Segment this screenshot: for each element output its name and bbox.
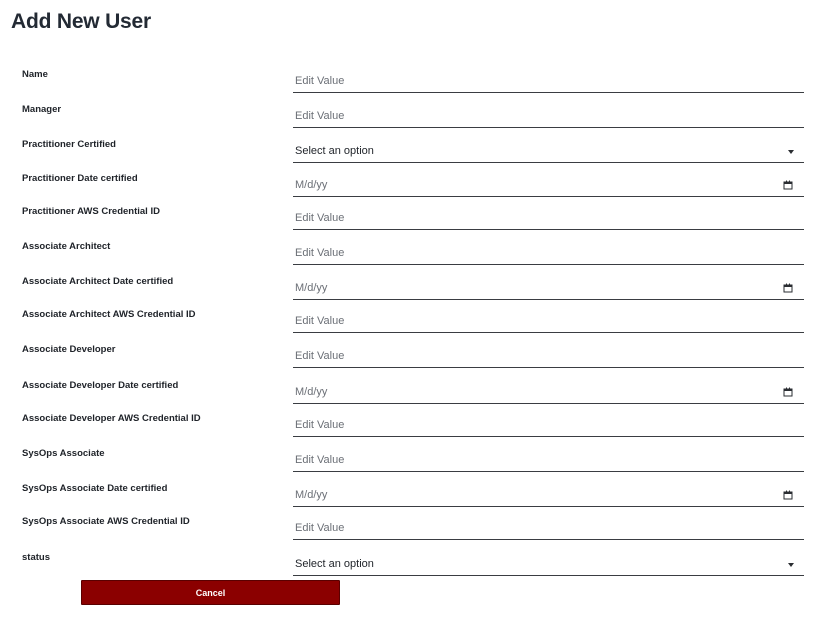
form-row-sysops-associate-credential: SysOps Associate AWS Credential ID Edit … <box>0 516 827 550</box>
field-label: Name <box>22 69 48 80</box>
field-label: Associate Architect Date certified <box>22 276 174 287</box>
input-placeholder: Edit Value <box>295 212 345 224</box>
form-row-manager: Manager Edit Value <box>0 104 827 138</box>
caret-down-icon <box>788 150 794 154</box>
form-row-sysops-associate: SysOps Associate Edit Value <box>0 448 827 482</box>
calendar-icon[interactable] <box>783 387 793 397</box>
manager-input[interactable]: Edit Value <box>293 104 804 128</box>
select-value: Select an option <box>295 145 374 157</box>
input-placeholder: M/d/yy <box>295 282 328 294</box>
field-label: Manager <box>22 104 62 115</box>
practitioner-date-input[interactable]: M/d/yy <box>293 173 804 197</box>
form-row-sysops-associate-date: SysOps Associate Date certified M/d/yy <box>0 483 827 517</box>
form-row-associate-developer: Associate Developer Edit Value <box>0 344 827 378</box>
field-label: Practitioner Date certified <box>22 173 138 184</box>
input-placeholder: Edit Value <box>295 419 345 431</box>
input-placeholder: Edit Value <box>295 75 345 87</box>
cancel-button[interactable]: Cancel <box>81 580 340 605</box>
field-label: Associate Architect <box>22 241 111 252</box>
practitioner-credential-input[interactable]: Edit Value <box>293 206 804 230</box>
sysops-associate-date-input[interactable]: M/d/yy <box>293 483 804 507</box>
form-row-associate-developer-credential: Associate Developer AWS Credential ID Ed… <box>0 413 827 447</box>
associate-developer-credential-input[interactable]: Edit Value <box>293 413 804 437</box>
form-row-associate-architect-date: Associate Architect Date certified M/d/y… <box>0 276 827 310</box>
form-row-associate-developer-date: Associate Developer Date certified M/d/y… <box>0 380 827 414</box>
field-label: Practitioner Certified <box>22 139 116 150</box>
associate-architect-input[interactable]: Edit Value <box>293 241 804 265</box>
input-placeholder: M/d/yy <box>295 179 328 191</box>
input-placeholder: M/d/yy <box>295 489 328 501</box>
input-placeholder: Edit Value <box>295 522 345 534</box>
form-row-practitioner-credential: Practitioner AWS Credential ID Edit Valu… <box>0 206 827 240</box>
associate-architect-credential-input[interactable]: Edit Value <box>293 309 804 333</box>
associate-developer-input[interactable]: Edit Value <box>293 344 804 368</box>
select-value: Select an option <box>295 558 374 570</box>
page-title: Add New User <box>11 10 151 33</box>
field-label: SysOps Associate AWS Credential ID <box>22 516 190 527</box>
associate-architect-date-input[interactable]: M/d/yy <box>293 276 804 300</box>
form-row-name: Name Edit Value <box>0 69 827 103</box>
input-placeholder: Edit Value <box>295 350 345 362</box>
field-label: Associate Developer <box>22 344 116 355</box>
field-label: SysOps Associate Date certified <box>22 483 168 494</box>
input-placeholder: Edit Value <box>295 110 345 122</box>
calendar-icon[interactable] <box>783 283 793 293</box>
calendar-icon[interactable] <box>783 490 793 500</box>
form-row-practitioner-date: Practitioner Date certified M/d/yy <box>0 173 827 207</box>
name-input[interactable]: Edit Value <box>293 69 804 93</box>
input-placeholder: M/d/yy <box>295 386 328 398</box>
field-label: Associate Developer AWS Credential ID <box>22 413 201 424</box>
associate-developer-date-input[interactable]: M/d/yy <box>293 380 804 404</box>
calendar-icon[interactable] <box>783 180 793 190</box>
practitioner-certified-select[interactable]: Select an option <box>293 139 804 163</box>
form-row-associate-architect-credential: Associate Architect AWS Credential ID Ed… <box>0 309 827 343</box>
field-label: Practitioner AWS Credential ID <box>22 206 160 217</box>
field-label: SysOps Associate <box>22 448 105 459</box>
form-row-associate-architect: Associate Architect Edit Value <box>0 241 827 275</box>
input-placeholder: Edit Value <box>295 454 345 466</box>
field-label: status <box>22 552 50 563</box>
field-label: Associate Architect AWS Credential ID <box>22 309 196 320</box>
input-placeholder: Edit Value <box>295 247 345 259</box>
sysops-associate-credential-input[interactable]: Edit Value <box>293 516 804 540</box>
field-label: Associate Developer Date certified <box>22 380 179 391</box>
input-placeholder: Edit Value <box>295 315 345 327</box>
sysops-associate-input[interactable]: Edit Value <box>293 448 804 472</box>
form-row-practitioner-certified: Practitioner Certified Select an option <box>0 139 827 173</box>
caret-down-icon <box>788 563 794 567</box>
status-select[interactable]: Select an option <box>293 552 804 576</box>
